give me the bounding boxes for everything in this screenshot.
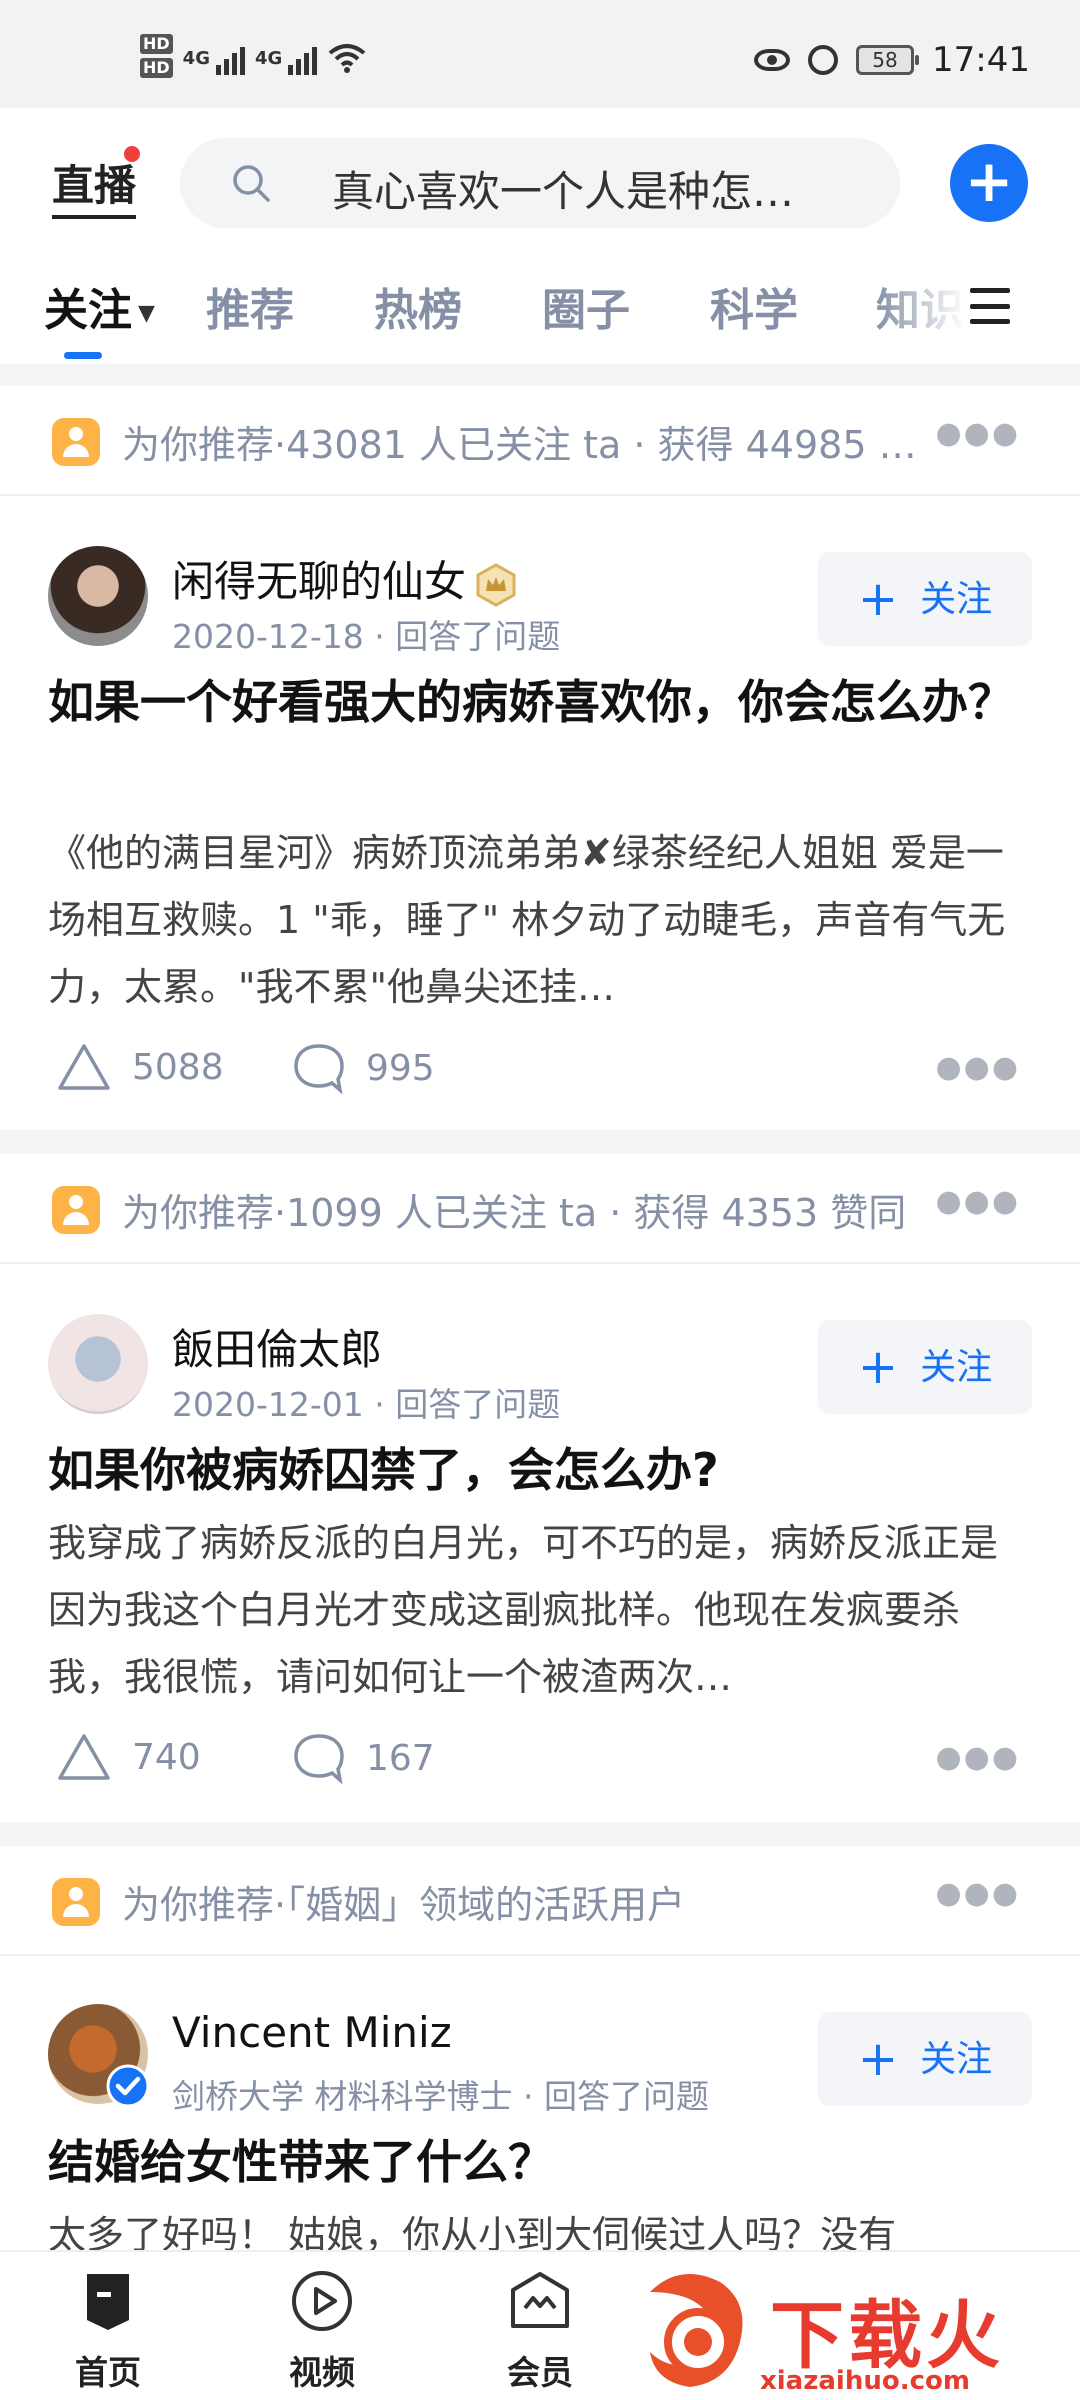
alarm-icon [808, 45, 839, 75]
upvote-button[interactable]: 740 [56, 1732, 201, 1782]
tab-science[interactable]: 科学 [710, 274, 798, 338]
question-title[interactable]: 如果你被病娇囚禁了，会怎么办? [48, 1432, 1028, 1508]
follow-button[interactable]: + 关注 [818, 1320, 1032, 1414]
nav-video[interactable]: 视频 [262, 2268, 382, 2394]
plus-icon: + [857, 2031, 899, 2087]
top-header: 直播 真心喜欢一个人是种怎… + 关注▼ 推荐 热榜 圈子 科学 知识 [0, 108, 1080, 364]
user-icon [52, 1878, 100, 1926]
question-title[interactable]: 结婚给女性带来了什么？ [48, 2124, 1028, 2200]
plus-icon: + [857, 1339, 899, 1395]
author-name[interactable]: 飯田倫太郎 [172, 1316, 382, 1377]
stats-row: 740 167 ●●● [48, 1732, 1032, 1792]
recommend-row: 为你推荐·「婚姻」领域的活跃用户 ●●● [0, 1846, 1080, 1956]
clock: 17:41 [932, 40, 1030, 80]
more-icon[interactable]: ●●● [935, 416, 1020, 451]
more-icon[interactable]: ●●● [935, 1184, 1020, 1219]
comment-button[interactable]: 995 [292, 1042, 435, 1094]
network-type-2: 4G [254, 47, 283, 69]
caret-down-icon: ▼ [138, 300, 155, 326]
more-icon[interactable]: ●●● [935, 1876, 1020, 1911]
more-icon[interactable]: ●●● [935, 1740, 1020, 1775]
menu-icon[interactable] [970, 288, 1010, 324]
verified-badge-icon [106, 2064, 150, 2108]
upvote-icon [58, 1734, 110, 1780]
status-left: HD HD 4G 4G [140, 34, 367, 82]
notification-dot [124, 146, 140, 162]
crown-badge-icon [476, 562, 516, 607]
add-button[interactable]: + [950, 144, 1028, 222]
answer-meta: 2020-12-01 · 回答了问题 [172, 1385, 561, 1424]
stats-row: 5088 995 ●●● [48, 1042, 1032, 1102]
tab-recommend[interactable]: 推荐 [206, 274, 294, 338]
answer-meta: 2020-12-18 · 回答了问题 [172, 617, 561, 656]
user-icon [52, 418, 100, 466]
live-button[interactable]: 直播 [52, 152, 137, 219]
author-name[interactable]: Vincent Miniz [172, 2008, 452, 2057]
recommend-text: 为你推荐·1099 人已关注 ta · 获得 4353 赞同 [122, 1191, 907, 1235]
plus-icon: + [857, 571, 899, 627]
feed-card[interactable]: 为你推荐·43081 人已关注 ta · 获得 44985 … ●●● 闲得无聊… [0, 386, 1080, 1130]
recommend-row: 为你推荐·1099 人已关注 ta · 获得 4353 赞同 ●●● [0, 1154, 1080, 1264]
nav-home[interactable]: 首页 [48, 2268, 168, 2394]
watermark-url: xiazaihuo.com [760, 2366, 970, 2396]
signal-icon [215, 41, 245, 75]
follow-button[interactable]: + 关注 [818, 552, 1032, 646]
answer-meta: 剑桥大学 材料科学博士 · 回答了问题 [172, 2077, 709, 2116]
network-type-1: 4G [182, 47, 210, 69]
comment-icon [294, 1044, 344, 1094]
question-title[interactable]: 如果一个好看强大的病娇喜欢你，你会怎么办？ [48, 664, 1028, 740]
eye-comfort-icon [754, 49, 791, 71]
more-icon[interactable]: ●●● [935, 1050, 1020, 1085]
feed-card[interactable]: 为你推荐·1099 人已关注 ta · 获得 4353 赞同 ●●● 飯田倫太郎… [0, 1154, 1080, 1822]
upvote-button[interactable]: 5088 [56, 1042, 224, 1092]
upvote-icon [58, 1044, 110, 1090]
recommend-text: 为你推荐·「婚姻」领域的活跃用户 [122, 1883, 686, 1927]
avatar[interactable] [48, 546, 148, 646]
user-icon [52, 1186, 100, 1234]
status-right: 58 17:41 [754, 40, 1030, 80]
author-name[interactable]: 闲得无聊的仙女 [172, 548, 518, 609]
wifi-icon [329, 44, 366, 73]
sim-indicator: HD HD [140, 34, 173, 82]
recommend-row: 为你推荐·43081 人已关注 ta · 获得 44985 … ●●● [0, 386, 1080, 496]
tab-fade [876, 258, 966, 358]
tab-following[interactable]: 关注 ▼ [44, 274, 155, 338]
video-icon [292, 2271, 352, 2331]
signal-icon [288, 41, 318, 75]
avatar[interactable] [48, 1314, 148, 1414]
search-placeholder: 真心喜欢一个人是种怎… [332, 167, 795, 216]
tab-hot[interactable]: 热榜 [374, 274, 462, 338]
search-bar[interactable]: 真心喜欢一个人是种怎… [180, 138, 900, 228]
nav-vip[interactable]: 会员 [480, 2268, 600, 2394]
comment-button[interactable]: 167 [292, 1732, 435, 1784]
recommend-text: 为你推荐·43081 人已关注 ta · 获得 44985 … [122, 423, 917, 467]
home-icon [87, 2274, 129, 2330]
comment-icon [294, 1734, 344, 1784]
tab-circles[interactable]: 圈子 [542, 274, 630, 338]
follow-button[interactable]: + 关注 [818, 2012, 1032, 2106]
answer-excerpt[interactable]: 《他的满目星河》病娇顶流弟弟✘绿茶经纪人姐姐 爱是一场相互救赎。1 "乖，睡了"… [48, 820, 1008, 1021]
active-tab-indicator [64, 352, 102, 359]
feed-card[interactable]: 为你推荐·「婚姻」领域的活跃用户 ●●● Vincent Miniz 剑桥大学 … [0, 1846, 1080, 2257]
answer-excerpt[interactable]: 我穿成了病娇反派的白月光，可不巧的是，病娇反派正是因为我这个白月光才变成这副疯批… [48, 1510, 1008, 1711]
crown-icon [511, 2272, 569, 2328]
search-icon [233, 165, 270, 202]
status-bar: HD HD 4G 4G 58 17:41 [0, 0, 1080, 108]
tab-bar: 关注▼ 推荐 热榜 圈子 科学 知识 [0, 258, 1080, 359]
battery-icon: 58 [856, 45, 920, 75]
